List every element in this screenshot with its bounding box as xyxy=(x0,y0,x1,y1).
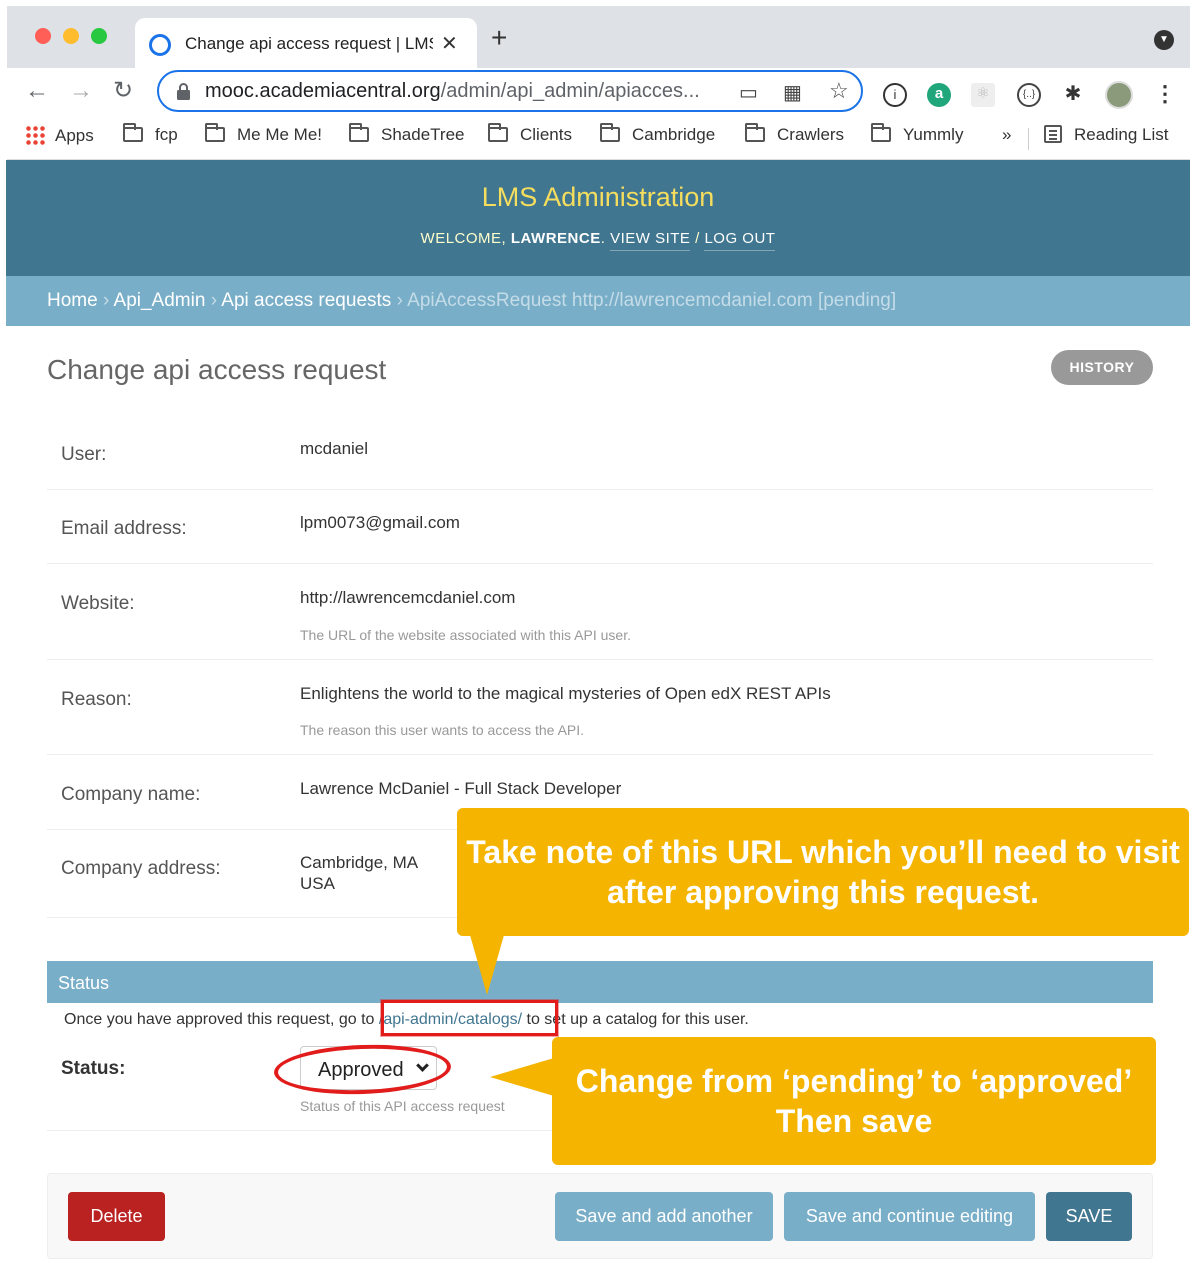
bookmarks-divider xyxy=(1028,128,1029,150)
view-site-link[interactable]: VIEW SITE xyxy=(610,230,691,251)
field-value: USA xyxy=(300,874,335,893)
welcome-text: WELCOME, xyxy=(420,230,507,247)
folder-icon xyxy=(871,123,891,142)
field-label: Reason: xyxy=(61,689,132,710)
log-out-link[interactable]: LOG OUT xyxy=(704,230,776,251)
react-devtools-icon[interactable]: ⚛ xyxy=(971,83,995,107)
user-tools-separator: / xyxy=(695,230,700,247)
field-value: http://lawrencemcdaniel.com xyxy=(300,588,516,607)
new-tab-button[interactable]: + xyxy=(491,24,507,52)
username: LAWRENCE xyxy=(510,230,601,247)
status-label: Status: xyxy=(61,1058,126,1079)
reading-list-icon xyxy=(1044,125,1062,143)
minimize-window-button[interactable] xyxy=(63,28,79,44)
bookmark-fcp[interactable]: fcp xyxy=(123,123,178,145)
bookmark-clients[interactable]: Clients xyxy=(488,123,572,145)
callout-pointer xyxy=(470,935,504,995)
folder-icon xyxy=(600,123,620,142)
tab-close-icon[interactable]: ✕ xyxy=(441,31,458,56)
browser-menu-icon[interactable]: ⋮ xyxy=(1153,83,1177,107)
reading-list-button[interactable]: Reading List xyxy=(1044,125,1169,145)
breadcrumb-api-access-requests[interactable]: Api access requests xyxy=(221,290,391,311)
field-value: lpm0073@gmail.com xyxy=(300,513,460,532)
profile-avatar[interactable] xyxy=(1105,81,1133,109)
browser-toolbar: ← → ↻ mooc.academiacentral.org/admin/api… xyxy=(7,68,1190,118)
bookmarks-bar: Apps fcp Me Me Me! ShadeTree Clients Cam… xyxy=(7,118,1190,160)
save-and-add-another-button[interactable]: Save and add another xyxy=(555,1192,773,1241)
site-favicon-icon xyxy=(149,34,171,56)
folder-icon xyxy=(123,123,143,142)
field-value: Enlightens the world to the magical myst… xyxy=(300,684,831,703)
bookmark-shadetree[interactable]: ShadeTree xyxy=(349,123,464,145)
tab-title: Change api access request | LMS xyxy=(185,34,433,53)
bookmark-cambridge[interactable]: Cambridge xyxy=(600,123,715,145)
breadcrumb: Home › Api_Admin › Api access requests ›… xyxy=(6,276,1190,326)
field-label: Company name: xyxy=(61,784,201,805)
status-help: Status of this API access request xyxy=(300,1098,505,1114)
field-row-user: User: mcdaniel xyxy=(47,416,1153,490)
field-label: Website: xyxy=(61,593,135,614)
folder-icon xyxy=(745,123,765,142)
url-text: mooc.academiacentral.org/admin/api_admin… xyxy=(205,80,700,102)
url-highlight-box xyxy=(381,1000,558,1036)
page-title: Change api access request xyxy=(47,354,387,385)
extensions-puzzle-icon[interactable]: ✱ xyxy=(1061,83,1085,107)
json-viewer-icon[interactable]: {..} xyxy=(1017,83,1041,107)
submit-row: Delete Save and add another Save and con… xyxy=(47,1173,1153,1259)
field-help: The URL of the website associated with t… xyxy=(300,627,631,643)
field-row-reason: Reason: Enlightens the world to the magi… xyxy=(47,660,1153,755)
forward-button[interactable]: → xyxy=(69,78,93,104)
folder-icon xyxy=(349,123,369,142)
field-value: Lawrence McDaniel - Full Stack Developer xyxy=(300,779,622,798)
tab-search-icon[interactable]: ▼ xyxy=(1154,30,1174,50)
active-tab[interactable]: Change api access request | LMS ✕ xyxy=(135,18,477,68)
close-window-button[interactable] xyxy=(35,28,51,44)
folder-icon xyxy=(205,123,225,142)
folder-icon xyxy=(488,123,508,142)
url-note-callout: Take note of this URL which you’ll need … xyxy=(457,808,1189,936)
cast-icon[interactable]: ▭ xyxy=(739,80,758,105)
field-help: The reason this user wants to access the… xyxy=(300,722,585,738)
bookmark-crawlers[interactable]: Crawlers xyxy=(745,123,844,145)
breadcrumb-home[interactable]: Home xyxy=(47,290,98,311)
save-button[interactable]: SAVE xyxy=(1046,1192,1132,1241)
history-button[interactable]: HISTORY xyxy=(1051,350,1153,385)
apps-grid-icon xyxy=(25,125,45,145)
save-and-continue-button[interactable]: Save and continue editing xyxy=(784,1192,1035,1241)
address-bar[interactable]: mooc.academiacentral.org/admin/api_admin… xyxy=(157,70,863,112)
bookmark-me-me-me[interactable]: Me Me Me! xyxy=(205,123,322,145)
bookmark-yummly[interactable]: Yummly xyxy=(871,123,963,145)
reload-button[interactable]: ↻ xyxy=(113,78,133,104)
back-button[interactable]: ← xyxy=(25,78,49,104)
field-value: Cambridge, MA xyxy=(300,853,419,872)
qr-code-icon[interactable]: ▦ xyxy=(783,80,802,105)
admin-header: LMS Administration WELCOME, LAWRENCE. VI… xyxy=(6,160,1190,276)
field-row-website: Website: http://lawrencemcdaniel.com The… xyxy=(47,564,1153,660)
browser-window: Change api access request | LMS ✕ + ▼ ← … xyxy=(7,6,1190,160)
callout-pointer xyxy=(490,1058,554,1096)
extension-a-icon[interactable]: a xyxy=(927,83,951,107)
user-tools: WELCOME, LAWRENCE. VIEW SITE / LOG OUT xyxy=(6,230,1190,251)
bookmark-apps[interactable]: Apps xyxy=(25,125,94,146)
breadcrumb-current: ApiAccessRequest http://lawrencemcdaniel… xyxy=(407,290,897,311)
lock-icon xyxy=(177,83,190,100)
status-change-callout: Change from ‘pending’ to ‘approved’ Then… xyxy=(552,1037,1156,1165)
status-section-heading: Status xyxy=(47,961,1153,1003)
bookmark-star-icon[interactable]: ☆ xyxy=(829,78,849,104)
bookmarks-overflow-button[interactable]: » xyxy=(1002,125,1011,145)
password-manager-icon[interactable]: i xyxy=(883,83,907,107)
tab-strip: Change api access request | LMS ✕ + ▼ xyxy=(7,6,1190,68)
maximize-window-button[interactable] xyxy=(91,28,107,44)
breadcrumb-api-admin[interactable]: Api_Admin xyxy=(114,290,206,311)
field-label: User: xyxy=(61,444,107,465)
field-label: Email address: xyxy=(61,518,187,539)
field-value: mcdaniel xyxy=(300,439,369,458)
delete-button[interactable]: Delete xyxy=(68,1192,165,1241)
site-branding[interactable]: LMS Administration xyxy=(6,182,1190,213)
field-label: Company address: xyxy=(61,858,221,879)
field-row-email: Email address: lpm0073@gmail.com xyxy=(47,490,1153,564)
